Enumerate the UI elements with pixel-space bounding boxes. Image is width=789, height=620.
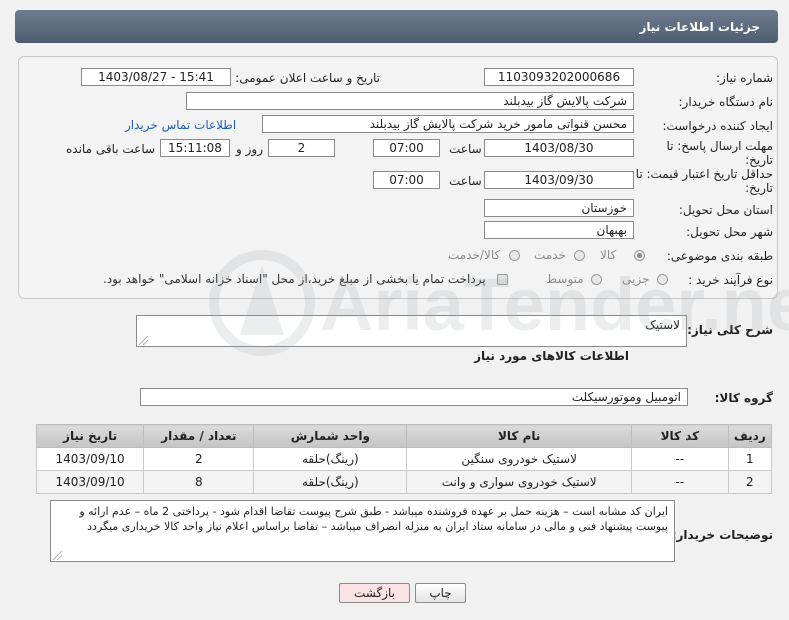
purchase-medium-radio[interactable] (591, 274, 602, 285)
buyer-org-label: نام دستگاه خریدار: (678, 95, 774, 109)
creator-field: محسن قنواتی مامور خرید شرکت پالایش گاز ب… (262, 115, 634, 133)
deadline-date-field: 1403/08/30 (484, 139, 634, 157)
resize-grip-icon[interactable] (53, 551, 62, 560)
row-number-cell: 2 (727, 470, 773, 494)
column-header-unit: واحد شمارش (253, 424, 408, 448)
row-number-cell: 1 (727, 447, 773, 471)
category-label: طبقه بندی موضوعی: (666, 249, 773, 263)
province-label: استان محل تحویل: (678, 203, 773, 217)
items-table-header-row: ردیف کد کالا نام کالا واحد شمارش تعداد /… (35, 424, 773, 448)
items-table: ردیف کد کالا نام کالا واحد شمارش تعداد /… (35, 424, 773, 494)
unit-cell: (رینگ)حلقه (253, 470, 408, 494)
description-text: لاستیک (645, 318, 680, 332)
name-cell: لاستیک خودروی سنگین (406, 447, 633, 471)
goods-group-field: اتومبیل وموتورسیکلت (140, 388, 688, 406)
announce-date-field: 1403/08/27 - 15:41 (81, 68, 231, 86)
need-number-field: 1103093202000686 (484, 68, 634, 86)
creator-label: ایجاد کننده درخواست: (662, 119, 773, 133)
purchase-minor-radio[interactable] (657, 274, 668, 285)
remaining-time-field: 15:11:08 (160, 139, 230, 157)
column-header-date: تاریخ نیاز (35, 424, 145, 448)
deadline-time-field: 07:00 (373, 139, 440, 157)
validity-date-field: 1403/09/30 (484, 171, 634, 189)
quantity-cell: 8 (143, 470, 255, 494)
buyer-org-field: شرکت پالایش گاز بیدبلند (186, 92, 634, 110)
items-section-title: اطلاعات کالاهای مورد نیاز (474, 349, 629, 363)
purchase-type-label: نوع فرآیند خرید : (688, 273, 773, 287)
buyer-notes-field: ایران کد مشابه است – هزینه حمل بر عهده ف… (50, 500, 675, 562)
category-goods-label: کالا (600, 248, 617, 262)
column-header-row-number: ردیف (727, 424, 773, 448)
code-cell: -- (631, 470, 729, 494)
page-header: جزئیات اطلاعات نیاز (15, 10, 778, 43)
table-row: 2 -- لاستیک خودروی سواری و وانت (رینگ)حل… (35, 470, 773, 494)
validity-date-label: تاریخ: (745, 181, 773, 195)
need-number-label: شماره نیاز: (716, 71, 773, 85)
validity-label: حداقل تاریخ اعتبار قیمت: تا (635, 167, 773, 181)
city-field: بهبهان (484, 221, 634, 239)
description-label: شرح کلی نیاز: (687, 323, 773, 337)
category-service-label: خدمت (534, 248, 566, 262)
buyer-notes-label: توضیحات خریدار: (671, 528, 773, 542)
province-field: خوزستان (484, 199, 634, 217)
category-both-label: کالا/خدمت (448, 248, 501, 262)
deadline-date-label: تاریخ: (745, 153, 773, 167)
purchase-medium-label: متوسط (546, 272, 584, 286)
remaining-time-label: ساعت باقی مانده (66, 142, 156, 156)
name-cell: لاستیک خودروی سواری و وانت (406, 470, 633, 494)
announce-date-label: تاریخ و ساعت اعلان عمومی: (235, 71, 380, 85)
remaining-days-field: 2 (268, 139, 335, 157)
deadline-time-label: ساعت (449, 142, 482, 156)
validity-time-field: 07:00 (373, 171, 440, 189)
buyer-notes-text: ایران کد مشابه است – هزینه حمل بر عهده ف… (79, 505, 668, 533)
column-header-name: نام کالا (406, 424, 633, 448)
validity-time-label: ساعت (449, 174, 482, 188)
treasury-payment-note: پرداخت تمام یا بخشی از مبلغ خرید،از محل … (103, 272, 486, 286)
unit-cell: (رینگ)حلقه (253, 447, 408, 471)
buyer-contact-link[interactable]: اطلاعات تماس خریدار (125, 118, 236, 132)
back-button[interactable]: بازگشت (339, 583, 410, 603)
column-header-code: کد کالا (631, 424, 729, 448)
date-cell: 1403/09/10 (35, 447, 145, 471)
days-label: روز و (236, 142, 263, 156)
city-label: شهر محل تحویل: (686, 225, 773, 239)
date-cell: 1403/09/10 (35, 470, 145, 494)
category-goods-radio[interactable] (634, 250, 645, 261)
resize-grip-icon[interactable] (139, 336, 148, 345)
code-cell: -- (631, 447, 729, 471)
purchase-minor-label: جزیی (622, 272, 650, 286)
table-row: 1 -- لاستیک خودروی سنگین (رینگ)حلقه 2 14… (35, 447, 773, 471)
column-header-quantity: تعداد / مقدار (143, 424, 255, 448)
quantity-cell: 2 (143, 447, 255, 471)
goods-group-label: گروه کالا: (714, 391, 773, 405)
category-both-radio[interactable] (509, 250, 520, 261)
category-service-radio[interactable] (574, 250, 585, 261)
deadline-label: مهلت ارسال پاسخ: تا (666, 139, 773, 153)
print-button[interactable]: چاپ (415, 583, 466, 603)
treasury-payment-checkbox[interactable] (497, 274, 508, 285)
description-field: لاستیک (136, 315, 687, 347)
page-title: جزئیات اطلاعات نیاز (639, 19, 760, 34)
